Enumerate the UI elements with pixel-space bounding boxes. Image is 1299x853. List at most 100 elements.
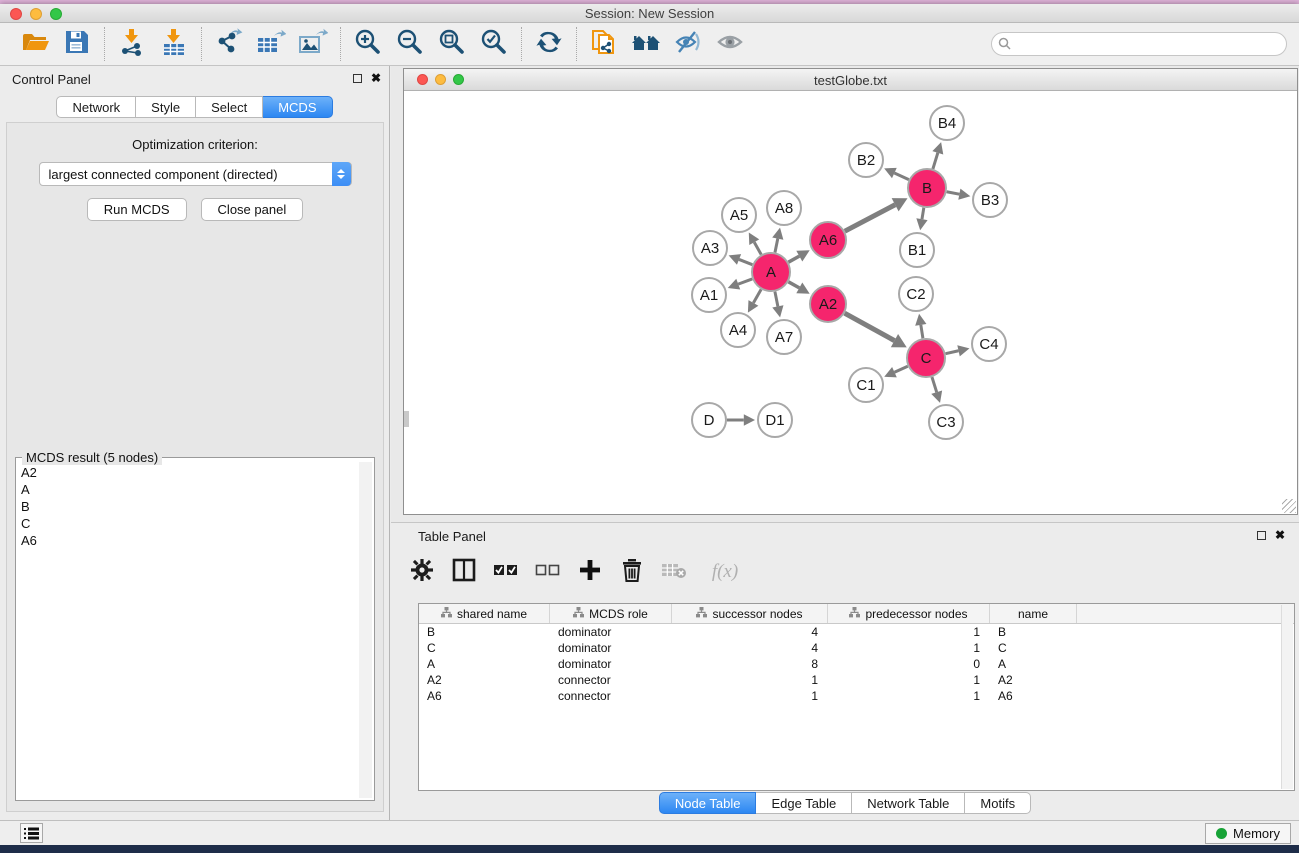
table-body: Bdominator41BCdominator41CAdominator80AA… [419, 624, 1294, 704]
edge-B-B3[interactable] [947, 192, 960, 194]
select-all-button[interactable] [493, 559, 519, 585]
optimization-dropdown[interactable]: largest connected component (directed) [39, 162, 352, 186]
main-toolbar [0, 23, 1299, 66]
tab-mcds[interactable]: MCDS [263, 96, 332, 118]
network-view-window[interactable]: testGlobe.txt B4B2BB3A8A5A6A3B1AA1C2A2A4… [403, 68, 1298, 515]
columns-button[interactable] [451, 559, 477, 585]
edge-B-B2[interactable] [894, 173, 908, 180]
table-row[interactable]: Cdominator41C [419, 640, 1294, 656]
mcds-result-list[interactable]: A2ABCA6 [17, 464, 361, 799]
tab-select[interactable]: Select [196, 96, 263, 118]
float-table-panel-icon[interactable] [1257, 531, 1266, 540]
close-panel-button[interactable]: Close panel [201, 198, 304, 221]
home-button[interactable] [629, 27, 663, 61]
result-scrollbar[interactable] [359, 462, 372, 798]
run-mcds-button[interactable]: Run MCDS [87, 198, 187, 221]
column-header-shared-name[interactable]: shared name [419, 604, 550, 623]
edge-C-C3[interactable] [932, 377, 937, 392]
zoom-in-icon [354, 28, 382, 61]
eye-button[interactable] [713, 27, 747, 61]
edge-A-A5[interactable] [754, 242, 761, 254]
edge-C-C4[interactable] [946, 351, 959, 354]
function-button[interactable]: f(x) [703, 559, 747, 585]
table-cell: 4 [672, 624, 828, 640]
result-item[interactable]: A [17, 481, 361, 498]
delete-button[interactable] [619, 559, 645, 585]
edge-C-C2[interactable] [921, 325, 923, 338]
delete-table-button[interactable] [661, 559, 687, 585]
table-row[interactable]: Bdominator41B [419, 624, 1294, 640]
result-item[interactable]: A6 [17, 532, 361, 549]
import-network-button[interactable] [115, 27, 149, 61]
import-table-button[interactable] [157, 27, 191, 61]
refresh-button[interactable] [532, 27, 566, 61]
memory-button[interactable]: Memory [1205, 823, 1291, 844]
edge-A-A4[interactable] [753, 289, 761, 302]
edge-A-A1[interactable] [738, 279, 752, 284]
network-graph-canvas[interactable]: B4B2BB3A8A5A6A3B1AA1C2A2A4A7C4CC1C3DD1 [404, 91, 1297, 514]
search-field [991, 32, 1287, 56]
result-item[interactable]: B [17, 498, 361, 515]
clone-network-button[interactable] [587, 27, 621, 61]
edge-A6-B[interactable] [845, 205, 895, 231]
zoom-fit-button[interactable] [435, 27, 469, 61]
hide-graphics-button[interactable] [671, 27, 705, 61]
table-scrollbar[interactable] [1281, 605, 1293, 789]
column-header-successor-nodes[interactable]: successor nodes [672, 604, 828, 623]
column-header-MCDS-role[interactable]: MCDS role [550, 604, 672, 623]
list-icon [24, 827, 39, 840]
tab-network[interactable]: Network [56, 96, 136, 118]
tab-edge-table[interactable]: Edge Table [756, 792, 852, 814]
table-row[interactable]: A6connector11A6 [419, 688, 1294, 704]
delete-table-icon [661, 560, 687, 585]
open-folder-button[interactable] [18, 27, 52, 61]
tab-network-table[interactable]: Network Table [852, 792, 965, 814]
export-table-button[interactable] [254, 27, 288, 61]
close-panel-icon[interactable]: ✖ [371, 73, 381, 83]
export-image-button[interactable] [296, 27, 330, 61]
resize-grip-icon[interactable] [1282, 499, 1296, 513]
result-item[interactable]: A2 [17, 464, 361, 481]
tab-motifs[interactable]: Motifs [965, 792, 1031, 814]
edge-A-A3[interactable] [739, 259, 752, 264]
table-cell: connector [550, 672, 672, 688]
close-table-panel-icon[interactable]: ✖ [1275, 530, 1285, 540]
edge-A2-C[interactable] [845, 313, 895, 340]
node-label-A2: A2 [819, 296, 837, 313]
zoom-out-button[interactable] [393, 27, 427, 61]
edge-B-B1[interactable] [922, 208, 924, 219]
export-network-button[interactable] [212, 27, 246, 61]
table-panel: Table Panel ✖ f(x) shared nameMCDS roles… [391, 522, 1299, 822]
float-panel-icon[interactable] [353, 74, 362, 83]
zoom-selected-button[interactable] [477, 27, 511, 61]
tab-style[interactable]: Style [136, 96, 196, 118]
network-window-titlebar[interactable]: testGlobe.txt [404, 69, 1297, 91]
network-vertical-scroll-thumb[interactable] [404, 411, 409, 427]
show-panels-button[interactable] [20, 823, 43, 843]
table-cell: A [990, 656, 1077, 672]
search-input[interactable] [991, 32, 1287, 56]
table-row[interactable]: Adominator80A [419, 656, 1294, 672]
column-header-predecessor-nodes[interactable]: predecessor nodes [828, 604, 990, 623]
result-item[interactable]: C [17, 515, 361, 532]
edge-C-C1[interactable] [894, 366, 907, 372]
tab-node-table[interactable]: Node Table [659, 792, 757, 814]
table-cell: A6 [990, 688, 1077, 704]
add-button[interactable] [577, 559, 603, 585]
edge-B-B4[interactable] [933, 153, 938, 169]
node-label-A6: A6 [819, 232, 837, 249]
edge-A-A2[interactable] [788, 282, 799, 288]
zoom-selected-icon [480, 28, 508, 61]
zoom-in-button[interactable] [351, 27, 385, 61]
table-cell: 0 [828, 656, 990, 672]
deselect-all-button[interactable] [535, 559, 561, 585]
edge-A-A8[interactable] [775, 239, 778, 253]
gear-button[interactable] [409, 559, 435, 585]
node-label-A7: A7 [775, 329, 793, 346]
column-header-name[interactable]: name [990, 604, 1077, 623]
edge-A-A6[interactable] [788, 256, 799, 262]
table-row[interactable]: A2connector11A2 [419, 672, 1294, 688]
window-titlebar[interactable]: Session: New Session [0, 4, 1299, 23]
edge-A-A7[interactable] [775, 292, 778, 307]
save-button[interactable] [60, 27, 94, 61]
